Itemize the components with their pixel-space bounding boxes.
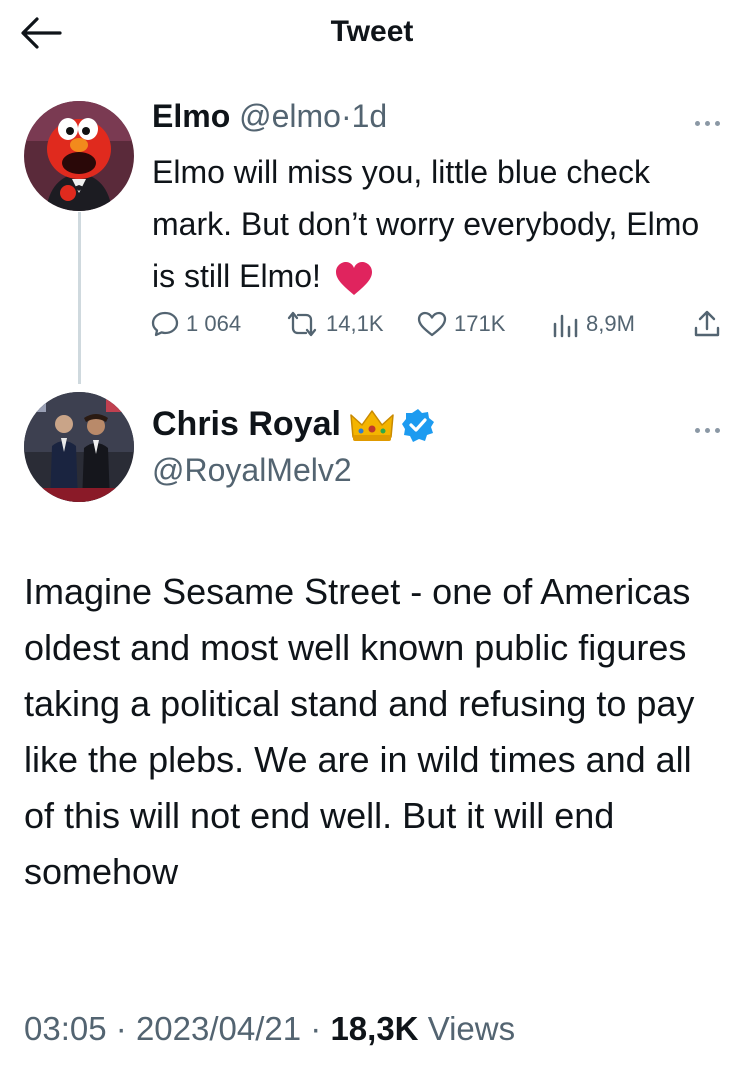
like-button[interactable]: 171K — [416, 306, 505, 342]
more-options-button[interactable] — [695, 113, 725, 127]
share-icon — [694, 310, 720, 337]
heart-outline-icon — [417, 311, 447, 337]
reply-icon — [151, 311, 179, 337]
reply-count: 1 064 — [186, 311, 242, 336]
quoted-tweet-header: Elmo @elmo·1d — [152, 98, 387, 135]
dot-icon — [715, 428, 720, 433]
views-label: Views — [427, 1010, 516, 1047]
views-button[interactable]: 8,9M — [550, 306, 635, 342]
red-heart-emoji-icon — [335, 261, 372, 295]
separator-dot: · — [310, 1010, 322, 1047]
reply-button[interactable]: 1 064 — [150, 306, 241, 342]
tweet-time[interactable]: 03:05 — [24, 1010, 107, 1047]
dot-icon — [715, 121, 720, 126]
dot-icon — [705, 428, 710, 433]
author-handle[interactable]: @elmo — [239, 98, 341, 134]
author-name[interactable]: Chris Royal — [152, 405, 341, 444]
tweet-action-bar: 1 064 14,1K 171K 8,9M — [150, 306, 730, 342]
thread-connector-line — [78, 212, 81, 384]
retweet-button[interactable]: 14,1K — [284, 306, 384, 342]
more-options-button[interactable] — [695, 420, 725, 434]
views-chart-icon — [553, 314, 578, 338]
elmo-avatar[interactable] — [24, 101, 134, 211]
dot-icon — [695, 121, 700, 126]
avatar-image — [24, 392, 134, 502]
share-button[interactable] — [692, 306, 728, 342]
chris-royal-avatar[interactable] — [24, 392, 134, 502]
tweet-time[interactable]: 1d — [352, 98, 388, 134]
separator-dot: · — [340, 98, 352, 134]
dot-icon — [705, 121, 710, 126]
avatar-image — [24, 101, 134, 211]
verified-badge-icon[interactable] — [401, 408, 435, 442]
top-bar: Tweet — [0, 0, 744, 64]
retweet-icon — [287, 311, 317, 337]
separator-dot: · — [115, 1010, 127, 1047]
author-handle[interactable]: @RoyalMelv2 — [152, 452, 352, 489]
tweet-text-content: Elmo will miss you, little blue check ma… — [152, 154, 700, 294]
like-count: 171K — [454, 311, 506, 336]
main-tweet-text: Imagine Sesame Street - one of Americas … — [24, 571, 695, 892]
tweet-meta-line: 03:05 · 2023/04/21 · 18,3K Views — [24, 1010, 515, 1048]
crown-emoji-icon — [350, 409, 394, 441]
page-title: Tweet — [330, 15, 414, 48]
views-count: 18,3K — [330, 1010, 419, 1047]
quoted-tweet-text: Elmo will miss you, little blue check ma… — [152, 146, 712, 302]
dot-icon — [695, 428, 700, 433]
views-count: 8,9M — [586, 311, 635, 336]
tweet-date[interactable]: 2023/04/21 — [136, 1010, 301, 1047]
author-name[interactable]: Elmo — [152, 98, 230, 134]
retweet-count: 14,1K — [326, 311, 384, 336]
author-name-row: Chris Royal — [152, 405, 435, 444]
